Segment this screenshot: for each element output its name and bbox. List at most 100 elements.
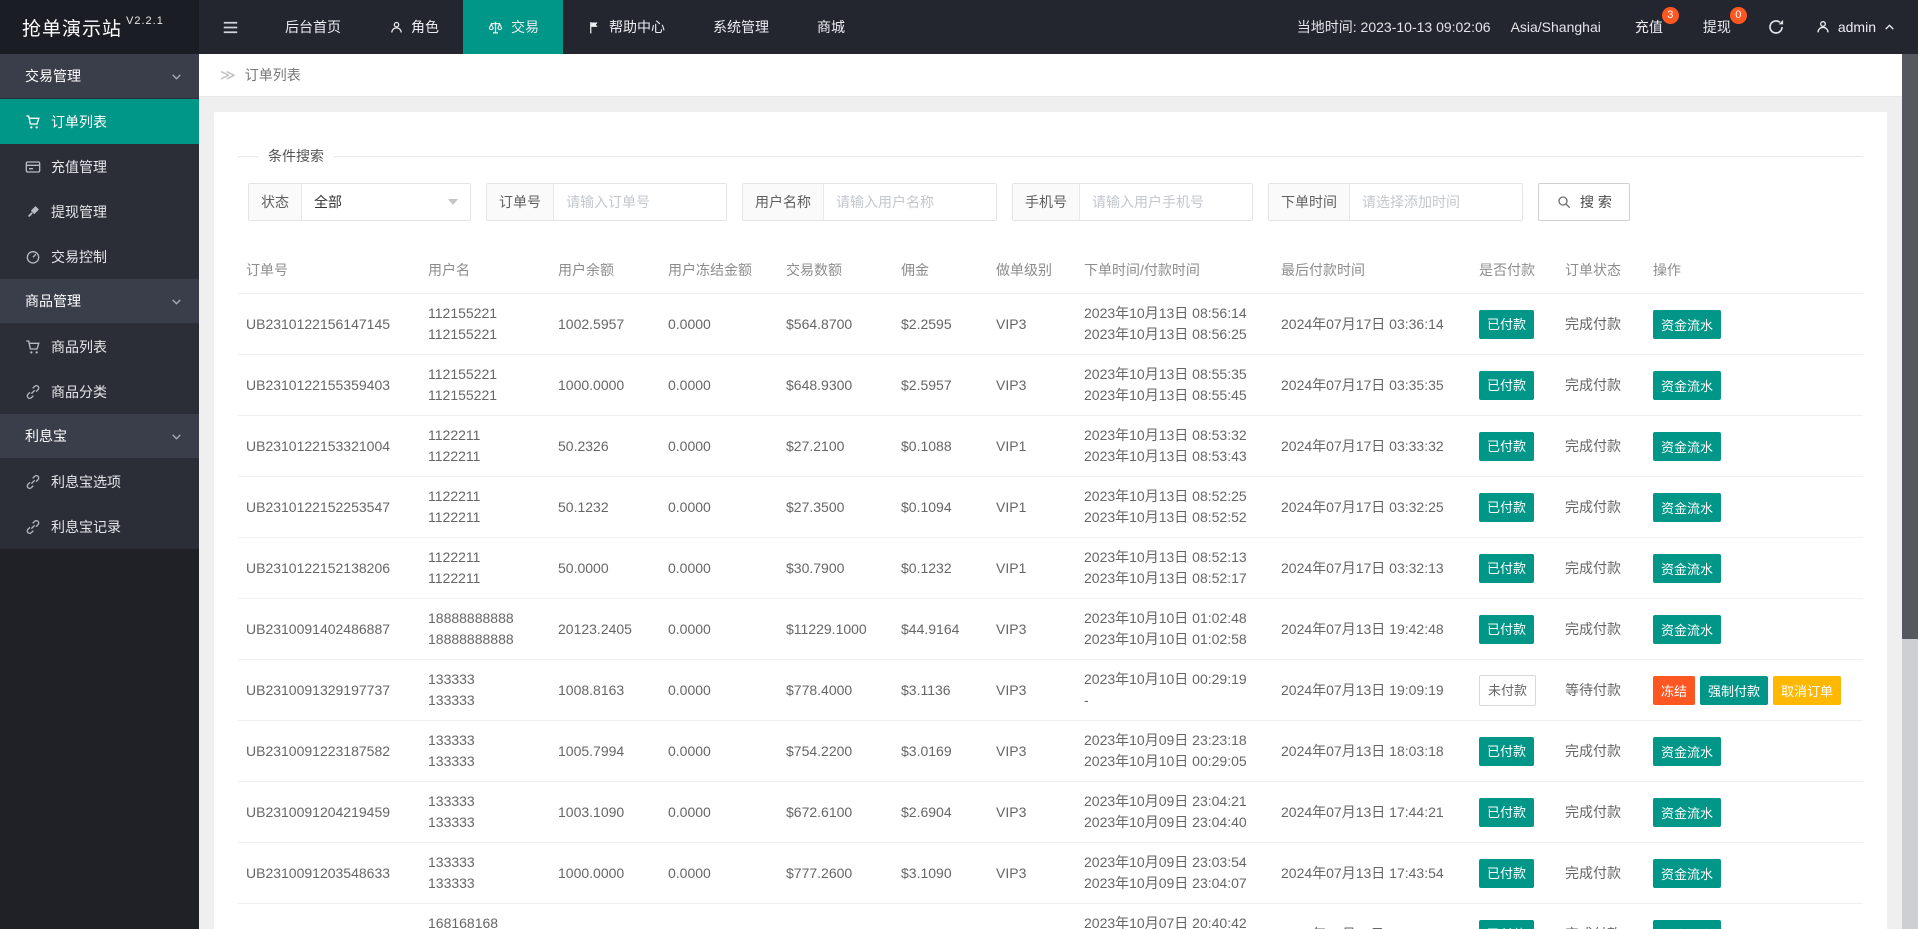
nav-item-home[interactable]: 后台首页	[261, 0, 365, 54]
order-no: UB2310122152138206	[246, 559, 391, 576]
withdraw-badge: 0	[1729, 7, 1747, 24]
commission-cell: $0.1088	[893, 415, 988, 477]
sidebar: 交易管理 订单列表 充值管理 提现管理 交易控制 商品管理 商品列表 商品分类 利息宝利息宝选项…	[0, 54, 199, 929]
last-pay-time: 2024年07月13日 17:43:54	[1281, 864, 1444, 881]
order-status-cell: 完成付款	[1557, 476, 1645, 538]
amount-cell: $27.3500	[778, 476, 893, 538]
fund-flow-button[interactable]: 资金流水	[1653, 858, 1722, 888]
username-input[interactable]	[824, 184, 996, 220]
fund-flow-button[interactable]: 资金流水	[1653, 736, 1722, 766]
sidebar-group-goods-manage[interactable]: 商品管理	[0, 279, 199, 324]
sidebar-item-label: 利息宝选项	[51, 473, 121, 490]
last-pay-cell: 2024年07月17日 03:35:35	[1273, 354, 1471, 416]
vip-level: VIP1	[996, 498, 1027, 515]
gauge-icon	[25, 249, 41, 265]
pay-time: 2023年10月10日 00:29:05	[1084, 753, 1247, 769]
chevron-up-icon	[1883, 21, 1896, 34]
nav-item-roles[interactable]: 角色	[365, 0, 463, 54]
paid-cell: 已付款	[1471, 781, 1557, 843]
order-time-input[interactable]	[1350, 184, 1522, 220]
search-button[interactable]: 搜 索	[1538, 183, 1630, 221]
last-pay-cell: 2024年07月13日 19:42:48	[1273, 598, 1471, 660]
user-menu[interactable]: admin	[1801, 0, 1918, 54]
column-header: 是否付款	[1471, 247, 1557, 294]
frozen-cell: 0.0000	[660, 720, 778, 782]
nav-item-trade[interactable]: 交易	[463, 0, 563, 54]
order-no-input[interactable]	[554, 184, 726, 220]
last-pay-cell: 2024年07月17日 03:36:14	[1273, 293, 1471, 355]
scrollbar-thumb[interactable]	[1902, 54, 1918, 639]
sidebar-item-interest-records[interactable]: 利息宝记录	[0, 504, 199, 549]
vip-level: VIP3	[996, 803, 1027, 820]
actions-cell: 资金流水	[1645, 537, 1863, 599]
balance-cell: 1000.0000	[550, 842, 660, 904]
sidebar-item-withdraw-manage[interactable]: 提现管理	[0, 189, 199, 234]
last-pay-cell: 2024年07月13日 17:44:21	[1273, 781, 1471, 843]
fund-flow-button[interactable]: 资金流水	[1653, 797, 1722, 827]
force-pay-button[interactable]: 强制付款	[1700, 675, 1769, 705]
nav-item-mall[interactable]: 商城	[793, 0, 869, 54]
order-time: 2023年10月13日 08:52:25	[1084, 488, 1247, 504]
status-select[interactable]: 全部	[302, 184, 470, 220]
nav-item-system[interactable]: 系统管理	[689, 0, 793, 54]
vip-level: VIP1	[996, 437, 1027, 454]
order-time: 2023年10月10日 01:02:48	[1084, 610, 1247, 626]
vertical-scrollbar[interactable]	[1902, 54, 1918, 929]
order-status-cell: 完成付款	[1557, 842, 1645, 904]
amount-value: $648.9300	[786, 376, 853, 393]
commission-value: $2.5957	[901, 376, 952, 393]
order-time: 2023年10月13日 08:56:14	[1084, 305, 1247, 321]
table-row: UB2310122152253547 1122211 1122211 50.1232 0…	[238, 476, 1863, 538]
nav-item-help[interactable]: 帮助中心	[563, 0, 689, 54]
order-time: 2023年10月09日 23:04:21	[1084, 793, 1247, 809]
table-row: UB2310122156147145 112155221 112155221 1002…	[238, 293, 1863, 355]
fund-flow-button[interactable]: 资金流水	[1653, 919, 1722, 929]
sidebar-item-goods-category[interactable]: 商品分类	[0, 369, 199, 414]
sidebar-toggle-button[interactable]	[199, 0, 261, 54]
commission-value: $3.1136	[901, 681, 951, 698]
fund-flow-button[interactable]: 资金流水	[1653, 431, 1722, 461]
last-pay-time: 2024年07月13日 17:44:21	[1281, 803, 1444, 820]
sidebar-item-interest-options[interactable]: 利息宝选项	[0, 459, 199, 504]
sidebar-item-trade-control[interactable]: 交易控制	[0, 234, 199, 279]
orders-table: 订单号 用户名 用户余额 用户冻结金额 交易数额 佣金 做单级别 下单时间/付款时间 最后付款时…	[238, 247, 1863, 929]
refresh-button[interactable]	[1751, 0, 1801, 54]
fund-flow-button[interactable]: 资金流水	[1653, 309, 1722, 339]
balance-cell: 1008.8163	[550, 659, 660, 721]
last-pay-time: 2024年07月13日 19:42:48	[1281, 620, 1444, 637]
freeze-button[interactable]: 冻结	[1653, 675, 1696, 705]
sidebar-item-recharge-manage[interactable]: 充值管理	[0, 144, 199, 189]
app-version: V2.2.1	[126, 15, 164, 27]
nav-item-label: 商城	[817, 19, 845, 35]
frozen-value: 0.0000	[668, 498, 711, 515]
fund-flow-button[interactable]: 资金流水	[1653, 553, 1722, 583]
phone-input[interactable]	[1080, 184, 1252, 220]
sidebar-group-interest[interactable]: 利息宝	[0, 414, 199, 459]
sidebar-item-goods-list[interactable]: 商品列表	[0, 324, 199, 369]
recharge-link[interactable]: 充值 3	[1615, 0, 1683, 54]
vip-level: VIP3	[996, 681, 1027, 698]
username: admin	[1837, 19, 1876, 35]
user-line-1: 133333	[428, 671, 475, 687]
fund-flow-button[interactable]: 资金流水	[1653, 492, 1722, 522]
withdraw-link[interactable]: 提现 0	[1683, 0, 1751, 54]
user-line-1: 18888888888	[428, 610, 514, 626]
amount-value: $672.6100	[786, 803, 853, 820]
chevron-down-icon	[170, 70, 183, 83]
cancel-order-button[interactable]: 取消订单	[1773, 675, 1842, 705]
user-icon	[389, 20, 404, 35]
table-row: UB2310122153321004 1122211 1122211 50.2326 0…	[238, 415, 1863, 477]
balance-cell: 50.2326	[550, 415, 660, 477]
search-field-username: 用户名称	[742, 183, 997, 221]
sidebar-group-trade-manage[interactable]: 交易管理	[0, 54, 199, 99]
user-line-2: 1122211	[428, 570, 481, 586]
user-line-2: 133333	[428, 692, 475, 708]
pay-time: -	[1084, 692, 1089, 708]
paid-status-badge: 已付款	[1479, 858, 1535, 888]
table-row: UB2310091204219459 133333 133333 1003.1090 0…	[238, 781, 1863, 843]
fund-flow-button[interactable]: 资金流水	[1653, 614, 1722, 644]
vip-level: VIP3	[996, 376, 1027, 393]
sidebar-item-order-list[interactable]: 订单列表	[0, 99, 199, 144]
table-row: UB2310091402486887 18888888888 18888888888…	[238, 598, 1863, 660]
fund-flow-button[interactable]: 资金流水	[1653, 370, 1722, 400]
